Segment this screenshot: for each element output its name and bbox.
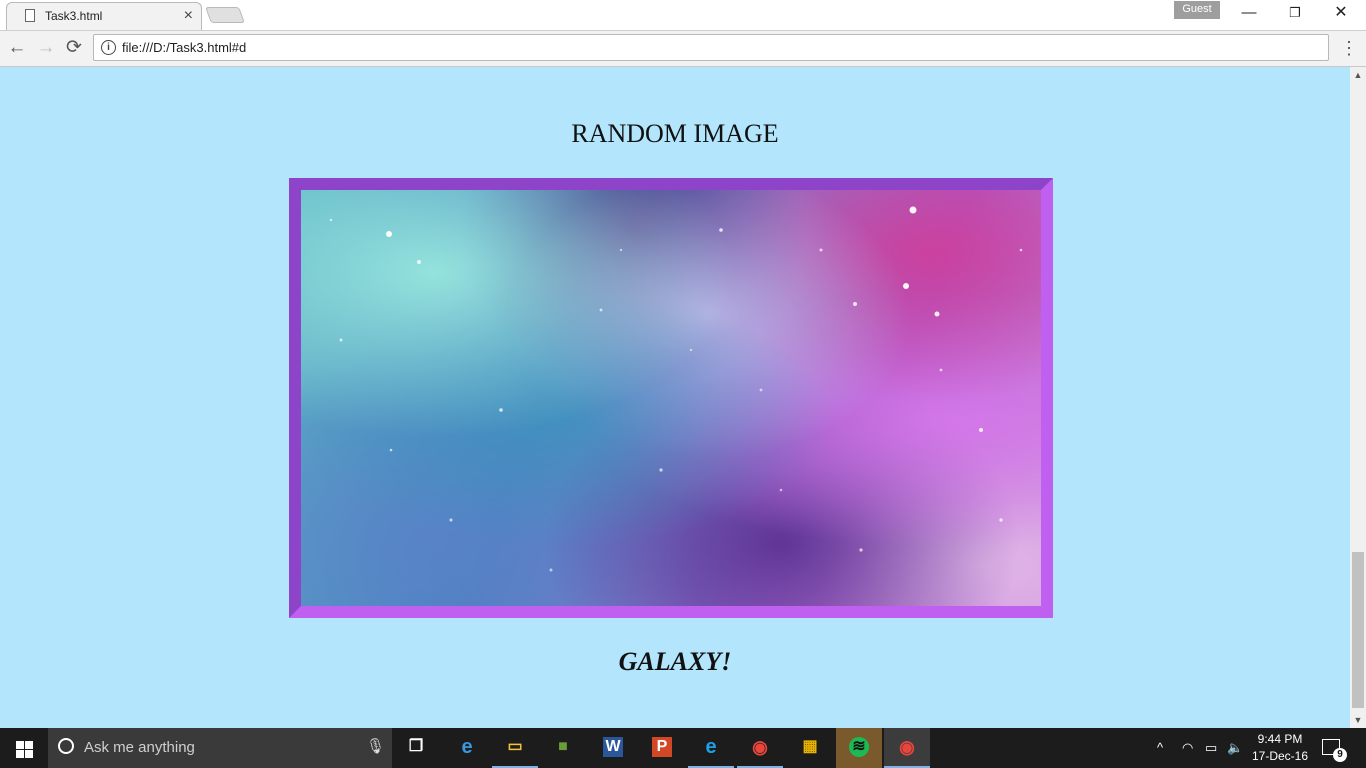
minecraft-icon: ■: [558, 738, 568, 755]
spotify-button[interactable]: ≋: [836, 728, 882, 768]
windows-taskbar: Ask me anything 🎙 ❐ e ▭ ■ W P e ◉ ▦ ≋ ◉ …: [0, 728, 1366, 768]
tab-close-icon[interactable]: ×: [184, 7, 193, 25]
image-caption: GALAXY!: [618, 647, 732, 676]
image-frame: [289, 178, 1053, 618]
internet-explorer-button[interactable]: e: [688, 728, 734, 768]
browser-menu-icon[interactable]: ⋮: [1339, 35, 1359, 61]
clock-date: 17-Dec-16: [1251, 749, 1309, 763]
system-clock[interactable]: 9:44 PM 17-Dec-16: [1246, 731, 1314, 765]
word-icon: W: [603, 737, 623, 757]
chrome-active-button[interactable]: ◉: [884, 728, 930, 768]
show-hidden-icons-chevron-icon[interactable]: ^: [1157, 728, 1163, 768]
minimize-button[interactable]: —: [1226, 0, 1272, 28]
windows-logo-icon: [16, 741, 24, 749]
scroll-thumb[interactable]: [1352, 552, 1364, 708]
powerpoint-button[interactable]: P: [639, 728, 685, 768]
battery-icon[interactable]: ▭: [1205, 728, 1217, 768]
restore-button[interactable]: ❐: [1272, 0, 1318, 28]
clock-time: 9:44 PM: [1257, 732, 1303, 746]
wifi-icon[interactable]: ◠: [1182, 728, 1193, 768]
search-placeholder: Ask me anything: [84, 739, 195, 756]
internet-explorer-icon: e: [705, 736, 717, 758]
url-text[interactable]: file:///D:/Task3.html#d: [122, 40, 246, 55]
page-icon: [25, 9, 35, 22]
new-tab-button[interactable]: [205, 7, 245, 23]
chrome-icon: ◉: [752, 737, 768, 757]
back-button[interactable]: ←: [4, 35, 30, 61]
scroll-down-arrow-icon[interactable]: ▼: [1350, 712, 1366, 728]
reload-button[interactable]: ⟳: [61, 35, 87, 61]
browser-titlebar: Task3.html × Guest — ❐ ✕: [0, 0, 1366, 31]
minecraft-button[interactable]: ■: [540, 728, 586, 768]
task-view-icon: ❐: [408, 738, 424, 755]
volume-icon[interactable]: 🔈: [1227, 728, 1243, 768]
notification-count-badge: 9: [1333, 748, 1347, 762]
tab-task3[interactable]: Task3.html ×: [6, 2, 202, 30]
store-button[interactable]: ▦: [787, 728, 833, 768]
close-window-button[interactable]: ✕: [1318, 0, 1364, 28]
edge-button[interactable]: e: [444, 728, 490, 768]
galaxy-image: [301, 190, 1041, 606]
start-button[interactable]: [0, 728, 48, 768]
address-bar[interactable]: i file:///D:/Task3.html#d: [93, 34, 1329, 61]
scroll-up-arrow-icon[interactable]: ▲: [1350, 67, 1366, 83]
spotify-icon: ≋: [849, 737, 869, 757]
browser-toolbar: ← → ⟳ i file:///D:/Task3.html#d ⋮: [0, 31, 1366, 67]
profile-badge[interactable]: Guest: [1174, 1, 1220, 19]
chrome-button[interactable]: ◉: [737, 728, 783, 768]
cortana-search-box[interactable]: Ask me anything 🎙: [48, 728, 392, 768]
star-field: [329, 206, 1023, 572]
microphone-icon[interactable]: 🎙: [366, 737, 385, 755]
powerpoint-icon: P: [652, 737, 672, 757]
task-view-button[interactable]: ❐: [393, 728, 439, 768]
file-explorer-icon: ▭: [507, 738, 523, 755]
tab-title: Task3.html: [45, 9, 103, 23]
info-icon[interactable]: i: [101, 40, 116, 55]
chrome-active-icon: ◉: [899, 737, 915, 757]
edge-icon: e: [461, 736, 473, 758]
cortana-icon: [58, 738, 74, 754]
vertical-scrollbar[interactable]: ▲ ▼: [1350, 67, 1366, 728]
page-heading: RANDOM IMAGE: [571, 119, 779, 148]
file-explorer-button[interactable]: ▭: [492, 728, 538, 768]
forward-button[interactable]: →: [33, 35, 59, 61]
word-button[interactable]: W: [590, 728, 636, 768]
store-icon: ▦: [802, 738, 818, 755]
page-content: RANDOM IMAGE GALAXY!: [0, 67, 1350, 728]
